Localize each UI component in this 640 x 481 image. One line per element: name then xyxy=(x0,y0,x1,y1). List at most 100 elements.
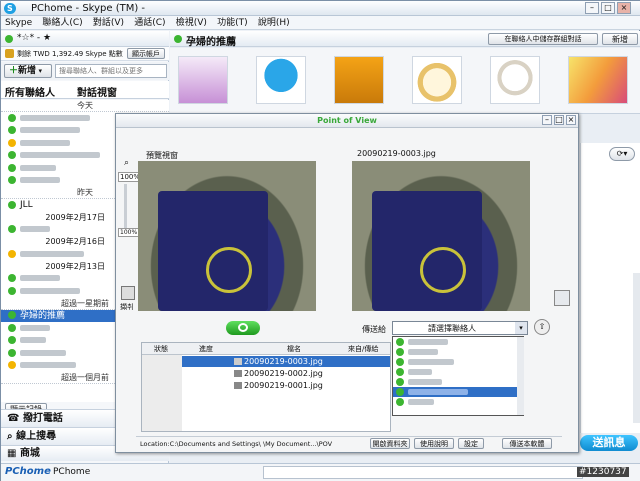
minimize-button[interactable]: – xyxy=(585,2,599,14)
send-message-button[interactable]: 送訊息 xyxy=(580,435,638,451)
message-input[interactable] xyxy=(263,466,583,479)
mug-emblem xyxy=(420,247,466,293)
chat-scrollbar[interactable] xyxy=(633,273,640,423)
online-search-label: 線上搜尋 xyxy=(16,431,57,442)
dropdown-item[interactable] xyxy=(393,357,523,367)
menu-tools[interactable]: 功能(T) xyxy=(217,16,248,30)
contact-dropdown-list xyxy=(392,336,524,416)
contact-search-input[interactable] xyxy=(55,64,167,78)
group-header-today: 今天 xyxy=(1,100,169,112)
magnifier-icon: ⌕ xyxy=(124,158,130,168)
table-row[interactable]: 20090219-0003.jpg xyxy=(182,356,390,367)
contact-select-value: 請選擇聯絡人 xyxy=(428,324,476,333)
avatar[interactable] xyxy=(178,56,228,104)
col-filename: 檔名 xyxy=(287,345,301,353)
chat-options-button[interactable]: ⟳▾ xyxy=(609,147,635,161)
profile-name: *☆* - ★ xyxy=(17,33,52,43)
group-status-icon xyxy=(174,35,182,43)
file-name: 20090219-0002.jpg xyxy=(244,369,323,378)
transfer-table: 狀態 進度 檔名 來自/傳給 20090219-0003.jpg 2009021… xyxy=(141,342,391,432)
chevron-down-icon[interactable]: ▾ xyxy=(515,322,527,334)
table-row[interactable]: 20090219-0002.jpg xyxy=(182,368,390,379)
credit-balance: 剩餘 TWD 1,392.49 Skype 點數 xyxy=(17,50,123,58)
col-from-to: 來自/傳給 xyxy=(348,345,379,353)
mug-shape xyxy=(158,191,268,311)
tab-all-contacts[interactable]: 所有聯絡人 xyxy=(5,84,55,99)
add-search-row: ＋新增 ▾ xyxy=(1,62,169,80)
avatar[interactable] xyxy=(490,56,540,104)
add-button[interactable]: ＋新增 ▾ xyxy=(4,64,52,78)
mug-shape xyxy=(372,191,482,311)
col-status: 狀態 xyxy=(154,345,168,353)
menu-help[interactable]: 說明(H) xyxy=(258,16,290,30)
credit-bar: 剩餘 TWD 1,392.49 Skype 點數 顯示帳戶 xyxy=(1,47,169,61)
skype-logo-icon: S xyxy=(4,3,16,14)
menu-contacts[interactable]: 聯絡人(C) xyxy=(42,16,82,30)
dropdown-item[interactable] xyxy=(393,347,523,357)
new-button[interactable]: 新增 xyxy=(602,33,638,45)
settings-button[interactable]: 設定 xyxy=(458,438,484,449)
profile-bar[interactable]: *☆* - ★ xyxy=(1,31,169,47)
help-button[interactable]: 使用說明 xyxy=(414,438,454,449)
contact-select[interactable]: 請選擇聯絡人 ▾ xyxy=(392,321,528,335)
point-of-view-dialog: Point of View – □ × 預覽視窗 ⌕ 100% 100% 擷취 … xyxy=(115,113,579,453)
col-progress: 進度 xyxy=(199,345,213,353)
contact-tabs: 所有聯絡人 對話視窗 xyxy=(1,81,169,99)
window-title: PChome - Skype (TM) - xyxy=(31,3,146,14)
avatar[interactable] xyxy=(334,56,384,104)
pchome-logo: PChome xyxy=(5,466,51,477)
avatar[interactable] xyxy=(412,56,462,104)
open-folder-button[interactable]: 開啟資料夾 xyxy=(370,438,410,449)
phone-icon: ☎ xyxy=(7,413,23,424)
dropdown-item[interactable] xyxy=(393,397,523,407)
send-software-button[interactable]: 傳送本軟體 xyxy=(502,438,552,449)
location-path: Location:C:\Documents and Settings\ \My … xyxy=(140,440,333,448)
show-account-button[interactable]: 顯示帳戶 xyxy=(127,48,165,59)
conversation-header: 孕婦的推薦 在聯絡人中儲存群組對話 新增 xyxy=(170,31,640,48)
menu-skype[interactable]: Skype xyxy=(5,16,32,30)
menu-call[interactable]: 通話(C) xyxy=(134,16,165,30)
dialog-close-button[interactable]: × xyxy=(566,115,576,125)
close-button[interactable]: × xyxy=(617,2,631,14)
image-file-icon xyxy=(234,370,242,377)
status-bar: Location:C:\Documents and Settings\ \My … xyxy=(136,436,562,450)
title-bar: S PChome - Skype (TM) - – □ × xyxy=(1,1,640,16)
dropdown-item-highlighted[interactable] xyxy=(393,387,523,397)
image-file-icon xyxy=(234,382,242,389)
avatar[interactable] xyxy=(568,56,628,104)
chat-area-edge: ⟳▾ xyxy=(580,143,640,433)
menu-conversation[interactable]: 對話(V) xyxy=(93,16,124,30)
table-row[interactable]: 20090219-0001.jpg xyxy=(182,380,390,391)
pchome-label: PChome xyxy=(53,467,91,477)
dialog-title-bar: Point of View – □ × xyxy=(116,114,578,128)
call-phones-label: 撥打電話 xyxy=(22,413,63,424)
menu-bar: Skype 聯絡人(C) 對話(V) 通話(C) 檢視(V) 功能(T) 說明(… xyxy=(1,16,640,30)
maximize-button[interactable]: □ xyxy=(601,2,615,14)
dialog-title: Point of View xyxy=(317,116,377,125)
image-file-icon xyxy=(234,358,242,365)
save-group-button[interactable]: 在聯絡人中儲存群組對話 xyxy=(488,33,598,45)
zoom-slider[interactable] xyxy=(124,184,127,228)
snapshot-button[interactable] xyxy=(226,321,260,335)
dialog-minimize-button[interactable]: – xyxy=(542,115,552,125)
capture-label: 擷취 xyxy=(120,303,134,311)
dropdown-item[interactable] xyxy=(393,337,523,347)
shop-label: 商城 xyxy=(19,448,40,459)
camera-preview-image xyxy=(138,161,316,311)
add-plus-icon: ＋ xyxy=(9,66,19,76)
watermark: #1230737 xyxy=(577,467,629,477)
upload-icon[interactable]: ⇧ xyxy=(534,319,550,335)
avatar[interactable] xyxy=(256,56,306,104)
menu-view[interactable]: 檢視(V) xyxy=(176,16,207,30)
camera-icon xyxy=(238,323,248,332)
file-name: 20090219-0001.jpg xyxy=(244,381,323,390)
photo-tool-icon[interactable] xyxy=(554,290,570,306)
avatar-strip xyxy=(170,48,640,114)
dialog-maximize-button[interactable]: □ xyxy=(554,115,564,125)
dropdown-item[interactable] xyxy=(393,377,523,387)
tab-conversations[interactable]: 對話視窗 xyxy=(77,84,117,99)
conversation-title: 孕婦的推薦 xyxy=(186,37,236,48)
dropdown-scrollbar[interactable] xyxy=(517,337,524,415)
dropdown-item[interactable] xyxy=(393,367,523,377)
camera-capture-icon[interactable] xyxy=(121,286,135,300)
